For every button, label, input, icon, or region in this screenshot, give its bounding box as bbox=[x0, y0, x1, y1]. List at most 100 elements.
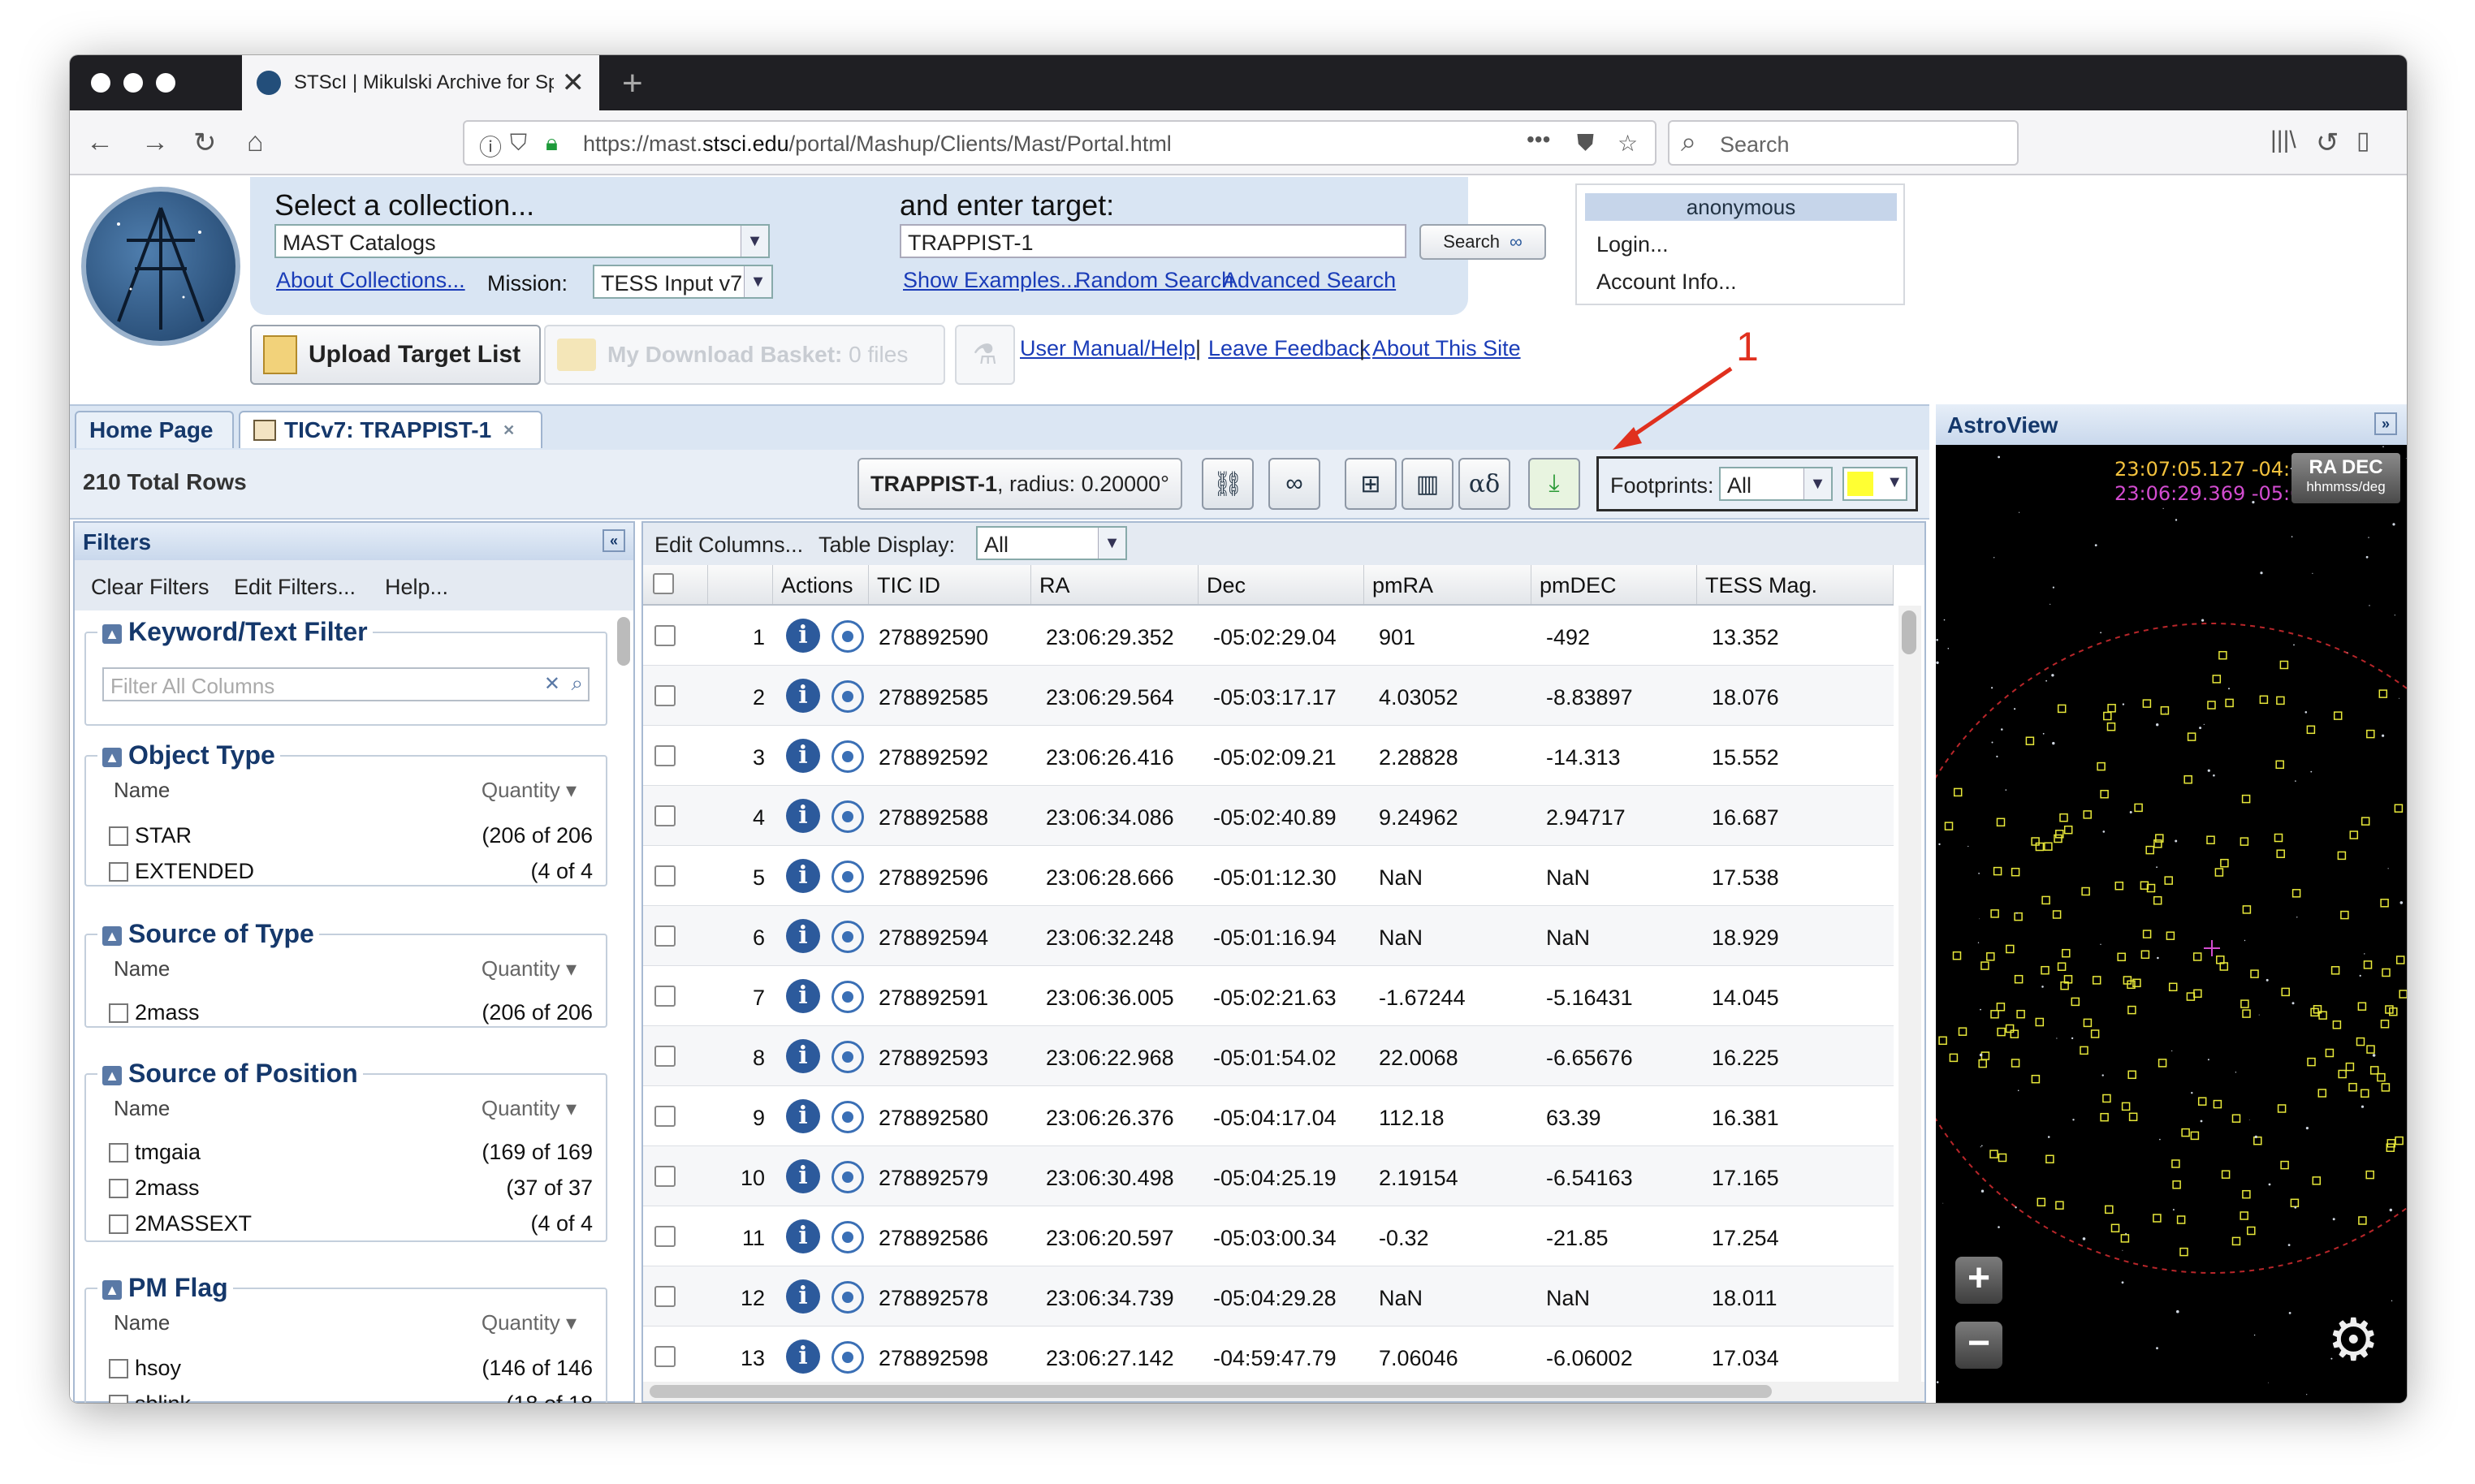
footprint-marker[interactable] bbox=[2378, 689, 2388, 698]
footprint-marker[interactable] bbox=[2110, 1223, 2120, 1233]
footprint-marker[interactable] bbox=[2102, 1094, 2111, 1103]
footprint-marker[interactable] bbox=[2164, 876, 2173, 885]
footprint-marker[interactable] bbox=[2120, 1234, 2130, 1243]
chart-button[interactable]: ⊞ bbox=[1345, 458, 1397, 510]
footprint-marker[interactable] bbox=[1993, 866, 2002, 876]
footprint-marker[interactable] bbox=[2186, 992, 2196, 1001]
footprint-marker[interactable] bbox=[2171, 1159, 2180, 1168]
target-icon[interactable] bbox=[831, 620, 864, 653]
footprint-marker[interactable] bbox=[2035, 842, 2045, 852]
footprint-marker[interactable] bbox=[2377, 1072, 2386, 1082]
column-header-pmra[interactable]: pmRA bbox=[1364, 565, 1531, 604]
footprint-marker[interactable] bbox=[2218, 650, 2227, 660]
footprint-marker[interactable] bbox=[2357, 1002, 2367, 1011]
coordinates-button[interactable]: αδ bbox=[1458, 458, 1510, 510]
target-icon[interactable] bbox=[831, 800, 864, 833]
info-icon[interactable]: i bbox=[786, 919, 820, 953]
footprint-marker[interactable] bbox=[2142, 699, 2152, 708]
footprint-marker[interactable] bbox=[2337, 851, 2347, 861]
footprint-marker[interactable] bbox=[2250, 969, 2259, 978]
mission-select[interactable]: TESS Input v7 ▼ bbox=[593, 265, 773, 299]
target-icon[interactable] bbox=[831, 1101, 864, 1133]
history-icon[interactable]: ↺ bbox=[2316, 127, 2339, 159]
footprint-marker[interactable] bbox=[1978, 1059, 1987, 1068]
more-icon[interactable]: ••• bbox=[1527, 127, 1550, 153]
row-checkbox[interactable] bbox=[654, 1106, 676, 1127]
footprint-marker[interactable] bbox=[2277, 1104, 2287, 1113]
footprint-marker[interactable] bbox=[2045, 1154, 2054, 1164]
about-collections-link[interactable]: About Collections... bbox=[276, 268, 465, 293]
help-button[interactable]: Help... bbox=[385, 575, 448, 600]
footprints-select[interactable]: All ▼ bbox=[1719, 467, 1833, 501]
coordinate-format-button[interactable]: RA DEC hhmmss/deg bbox=[2291, 453, 2400, 503]
column-header-pmdec[interactable]: pmDEC bbox=[1531, 565, 1697, 604]
column-header-tess-mag[interactable]: TESS Mag. bbox=[1697, 565, 1894, 604]
footprint-marker[interactable] bbox=[2011, 867, 2020, 877]
filter-option[interactable]: 2MASSEXT (4 of 4 bbox=[109, 1211, 593, 1236]
checkbox[interactable] bbox=[109, 862, 128, 882]
row-checkbox[interactable] bbox=[654, 685, 676, 706]
footprint-marker[interactable] bbox=[2044, 842, 2053, 851]
sidebar-icon[interactable]: ▯ bbox=[2356, 127, 2370, 155]
back-icon[interactable]: ← bbox=[86, 127, 114, 158]
footprint-marker[interactable] bbox=[2276, 696, 2285, 705]
footprint-marker[interactable] bbox=[2158, 1059, 2167, 1068]
footprint-marker[interactable] bbox=[2212, 675, 2222, 684]
vertical-scrollbar[interactable] bbox=[1898, 606, 1921, 1385]
footprint-marker[interactable] bbox=[2317, 1089, 2327, 1098]
footprint-marker[interactable] bbox=[1996, 1003, 2006, 1012]
keyword-filter-input[interactable]: Filter All Columns ✕ ⌕ bbox=[102, 667, 590, 701]
footprint-marker[interactable] bbox=[2025, 736, 2035, 745]
target-radius-button[interactable]: TRAPPIST-1, radius: 0.20000° bbox=[857, 458, 1182, 510]
horizontal-scrollbar[interactable] bbox=[643, 1382, 1924, 1401]
footprint-marker[interactable] bbox=[2310, 1007, 2319, 1017]
footprint-marker[interactable] bbox=[2031, 1074, 2041, 1084]
footprint-marker[interactable] bbox=[2081, 887, 2090, 896]
collapse-icon[interactable]: « bbox=[603, 529, 625, 552]
sort-icon[interactable]: ▾ bbox=[566, 1310, 577, 1335]
sort-icon[interactable]: ▾ bbox=[566, 956, 577, 981]
row-checkbox[interactable] bbox=[654, 625, 676, 646]
row-checkbox[interactable] bbox=[654, 1046, 676, 1067]
footprint-marker[interactable] bbox=[2071, 997, 2080, 1007]
table-row[interactable]: 4 i 278892588 23:06:34.086 -05:02:40.89 9.249… bbox=[643, 786, 1894, 846]
library-icon[interactable]: |||\ bbox=[2270, 127, 2296, 154]
footprint-marker[interactable] bbox=[2193, 989, 2202, 999]
expand-icon[interactable]: » bbox=[2374, 412, 2397, 435]
footprint-marker[interactable] bbox=[2037, 1197, 2046, 1207]
footprint-marker[interactable] bbox=[2057, 704, 2067, 714]
target-icon[interactable] bbox=[831, 1221, 864, 1253]
url-bar[interactable]: ⓘ ⛉ 🔒︎ https://mast.stsci.edu/portal/Mas… bbox=[463, 120, 1656, 166]
scroll-thumb[interactable] bbox=[650, 1385, 1772, 1398]
footprint-marker[interactable] bbox=[1989, 1150, 1998, 1158]
footprint-marker[interactable] bbox=[2106, 722, 2116, 731]
footprint-marker[interactable] bbox=[2221, 1170, 2231, 1179]
info-icon[interactable]: i bbox=[786, 979, 820, 1013]
collapse-icon[interactable]: ▲ bbox=[102, 926, 122, 946]
footprint-marker[interactable] bbox=[2083, 1018, 2093, 1028]
table-row[interactable]: 5 i 278892596 23:06:28.666 -05:01:12.30 NaN Na… bbox=[643, 846, 1894, 906]
footprint-marker[interactable] bbox=[2016, 1009, 2025, 1019]
footprint-marker[interactable] bbox=[2225, 698, 2234, 708]
target-input[interactable]: TRAPPIST-1 bbox=[900, 224, 1406, 258]
footprint-marker[interactable] bbox=[2035, 1017, 2045, 1027]
table-row[interactable]: 2 i 278892585 23:06:29.564 -05:03:17.17 4.030… bbox=[643, 666, 1894, 726]
target-icon[interactable] bbox=[831, 1041, 864, 1073]
footprint-marker[interactable] bbox=[2059, 813, 2068, 822]
columns-button[interactable]: ▥ bbox=[1402, 458, 1453, 510]
target-icon[interactable] bbox=[831, 861, 864, 893]
footprint-marker[interactable] bbox=[1952, 951, 1962, 960]
footprint-marker[interactable] bbox=[2128, 1112, 2138, 1122]
footprint-marker[interactable] bbox=[2153, 895, 2162, 905]
footprint-marker[interactable] bbox=[2127, 1070, 2136, 1080]
show-examples-link[interactable]: Show Examples... bbox=[903, 268, 1078, 293]
footprint-marker[interactable] bbox=[2176, 1215, 2186, 1224]
footprint-marker[interactable] bbox=[1980, 961, 1989, 970]
footprint-marker[interactable] bbox=[2356, 1037, 2365, 1046]
footprint-marker[interactable] bbox=[2097, 761, 2106, 771]
footprint-marker[interactable] bbox=[2213, 1099, 2222, 1109]
footprint-marker[interactable] bbox=[2014, 974, 2024, 984]
footprint-marker[interactable] bbox=[2381, 1083, 2391, 1092]
download-basket-button[interactable]: My Download Basket: 0 files bbox=[544, 325, 945, 385]
footprint-marker[interactable] bbox=[2100, 1112, 2109, 1122]
